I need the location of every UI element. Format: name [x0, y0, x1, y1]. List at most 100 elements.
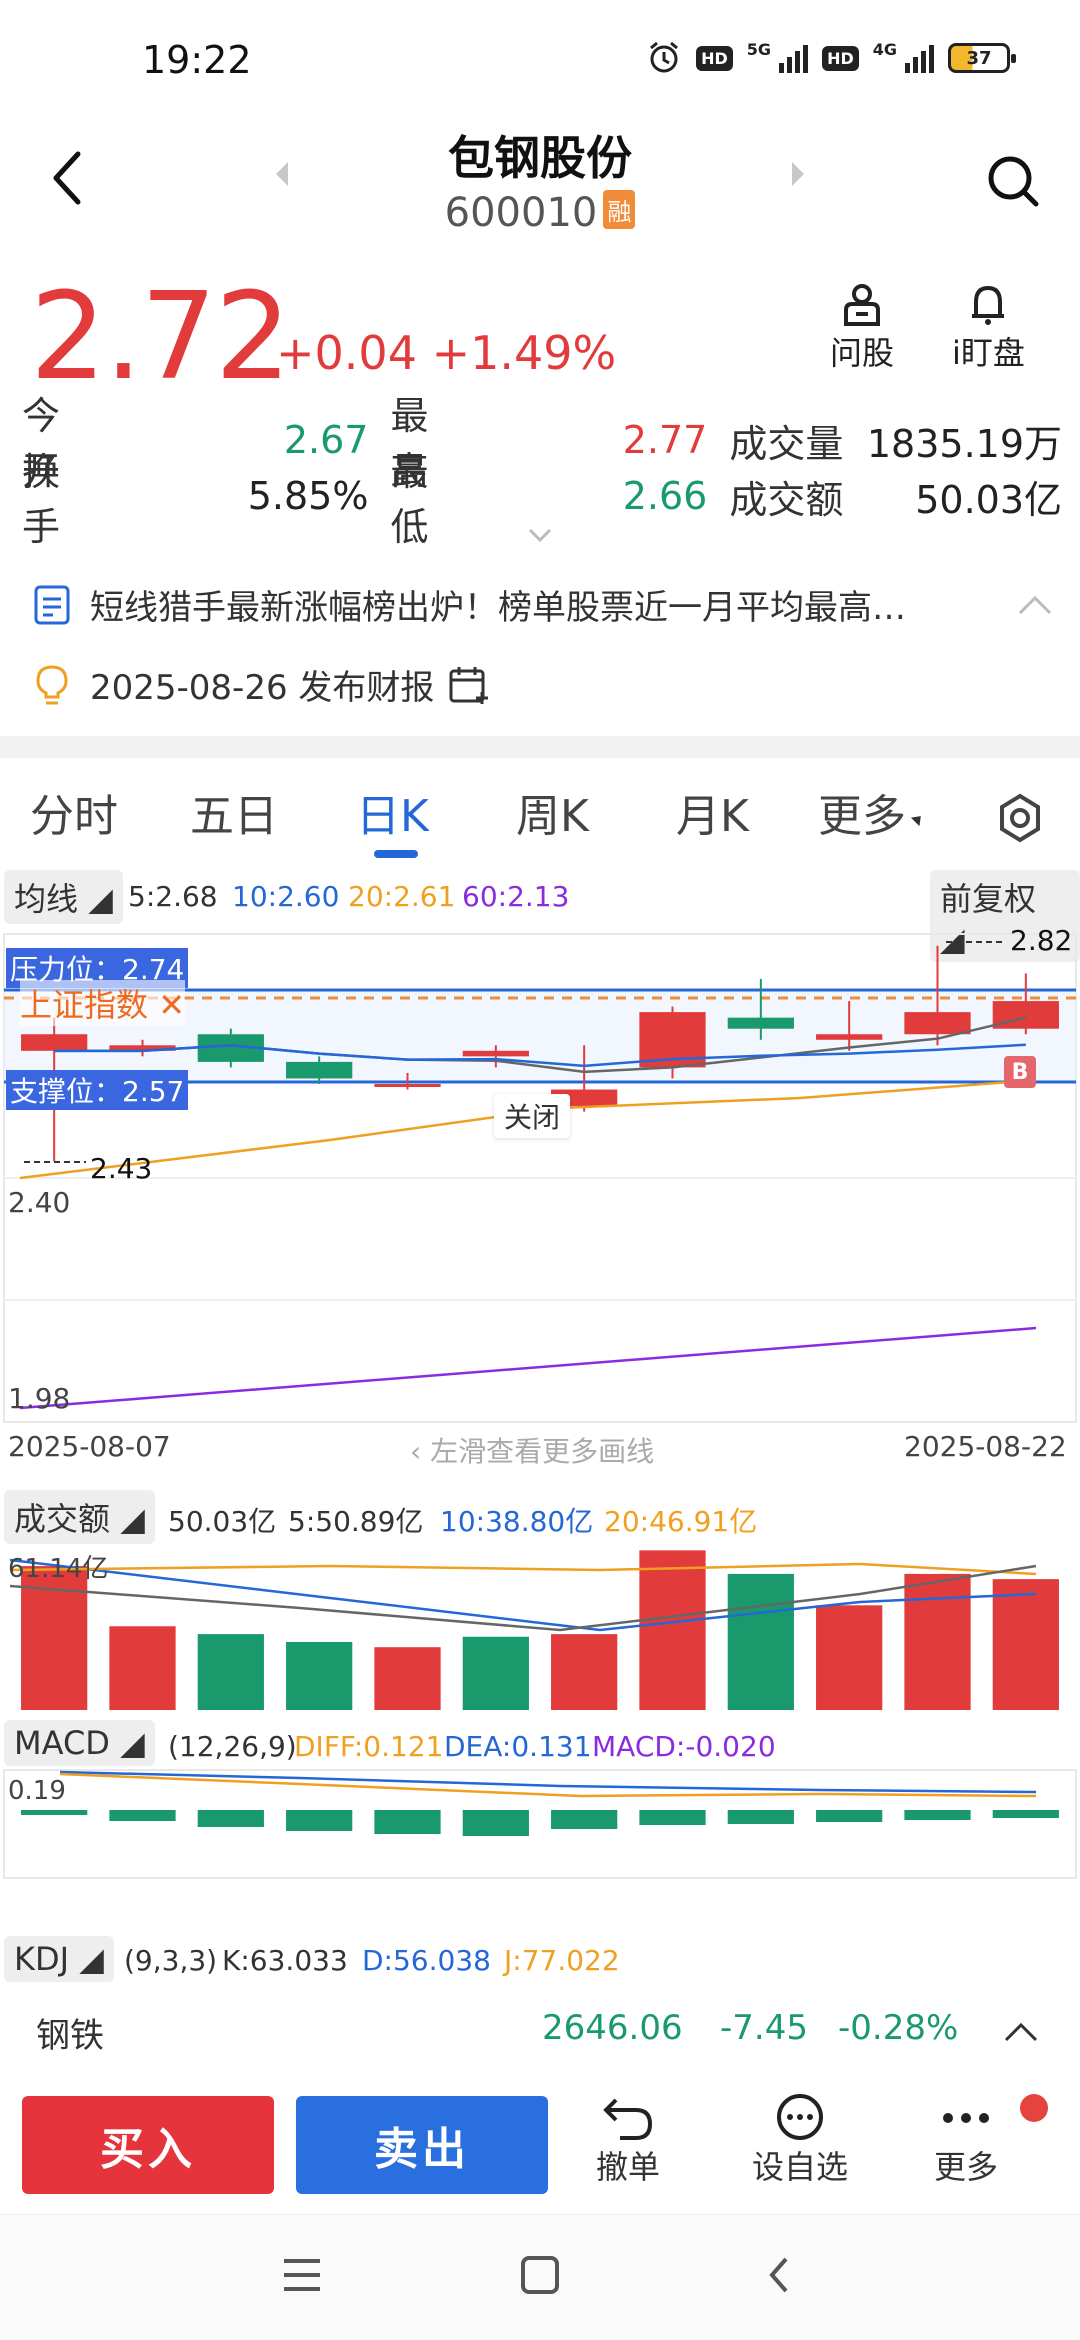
macd-bar [992, 1810, 1059, 1818]
amount-label: 成交额 [729, 477, 844, 522]
collapse-icon[interactable] [1018, 595, 1052, 615]
candle-body [816, 1034, 883, 1040]
chat-dots-icon [777, 2094, 823, 2140]
sector-change: -7.45 [720, 2008, 808, 2048]
status-icons: HD 5G HD 4G 37 [646, 40, 1016, 76]
buy-button[interactable]: 买入 [22, 2096, 274, 2194]
macd-bar [639, 1810, 706, 1825]
tab-weekly-k[interactable]: 周K [516, 780, 589, 844]
index-tag-text: 上证指数 [20, 986, 149, 1024]
close-index-icon[interactable]: ✕ [158, 986, 185, 1024]
y-label-high: 2.40 [8, 1186, 71, 1219]
buy-signal-marker[interactable]: B [1004, 1056, 1036, 1088]
sector-bar[interactable]: 钢铁 2646.06 -7.45 -0.28% [0, 1994, 1080, 2074]
swipe-hint-text: 左滑查看更多画线 [430, 1435, 655, 1468]
price-change-pct: +1.49% [431, 326, 617, 380]
add-favorite-button[interactable]: 设自选 [752, 2092, 848, 2188]
kdj-j: J:77.022 [504, 1944, 620, 1977]
amount-value: 50.03亿 [915, 477, 1063, 522]
back-nav-icon[interactable] [764, 2253, 794, 2297]
hd-badge: HD [822, 45, 859, 71]
calendar-add-icon[interactable] [448, 664, 490, 706]
settings-icon[interactable] [994, 792, 1046, 844]
low-value: 2.66 [622, 474, 708, 518]
expand-metrics-icon[interactable] [528, 528, 552, 542]
volume-bar [727, 1573, 794, 1710]
notification-dot [1020, 2094, 1048, 2122]
ma60-value: 60:2.13 [462, 880, 570, 913]
ma5-value: 5:2.68 [128, 880, 218, 913]
more-button[interactable]: 更多 [934, 2092, 998, 2188]
min-price-mark: 2.43 [90, 1152, 153, 1185]
bell-icon [972, 285, 1005, 325]
system-nav-bar [0, 2214, 1080, 2340]
x-end-label: 2025-08-22 [904, 1430, 1067, 1463]
volume-value: 50.03亿 [168, 1505, 277, 1538]
high-value: 2.77 [622, 418, 708, 462]
hd-badge: HD [696, 45, 733, 71]
candle-body [286, 1061, 353, 1079]
kdj-d: D:56.038 [362, 1944, 491, 1977]
event-text: 2025-08-26 发布财报 [90, 668, 435, 708]
sell-button[interactable]: 卖出 [296, 2096, 548, 2194]
volume-label: 成交量 [729, 421, 844, 466]
home-icon[interactable] [518, 2253, 562, 2297]
ma20-value: 20:2.61 [348, 880, 456, 913]
tab-intraday[interactable]: 分时 [30, 780, 118, 844]
price-change: +0.04 +1.49% [276, 326, 616, 380]
index-tag[interactable]: 上证指数 ✕ [20, 980, 185, 1026]
stock-code: 600010 融 [0, 190, 1080, 236]
volume-value: 1835.19万 [866, 421, 1063, 466]
kdj-selector[interactable]: KDJ ◢ [4, 1936, 114, 1982]
section-divider [0, 736, 1080, 758]
kdj-k: K:63.033 [222, 1944, 348, 1977]
ma-row: 均线 ◢ 5:2.68 10:2.60 20:2.61 60:2.13 前复权 … [0, 868, 1080, 962]
search-icon[interactable] [986, 154, 1042, 210]
status-time: 19:22 [142, 38, 252, 82]
chart-area[interactable]: 压力位：2.74 上证指数 ✕ 支撑位：2.57 关闭 2.82 2.43 2.… [0, 924, 1080, 1990]
event-item[interactable]: 2025-08-26 发布财报 [32, 660, 490, 709]
watch-label: i盯盘 [952, 334, 1025, 372]
battery-icon: 37 [948, 43, 1016, 73]
macd-bar [197, 1810, 264, 1827]
macd-bar [21, 1810, 88, 1815]
adjust-selector-label: 前复权 [940, 880, 1037, 918]
expand-sector-icon[interactable] [1004, 2022, 1038, 2042]
kdj-params: (9,3,3) [124, 1944, 218, 1977]
alarm-icon [650, 41, 679, 73]
volume-selector[interactable]: 成交额 ◢ [4, 1490, 155, 1544]
tab-five-day[interactable]: 五日 [190, 780, 278, 844]
turnover-label: 换手 [22, 450, 83, 549]
volume-bar [109, 1626, 176, 1710]
price-change-abs: +0.04 [276, 326, 417, 380]
tab-daily-k[interactable]: 日K [356, 780, 429, 844]
tab-monthly-k[interactable]: 月K [676, 780, 749, 844]
volume-ma20-line [9, 1562, 1037, 1576]
ma-selector-label: 均线 [14, 880, 79, 918]
close-button[interactable]: 关闭 [494, 1094, 571, 1138]
sector-pct: -0.28% [838, 2008, 959, 2048]
macd-bar [462, 1810, 529, 1836]
candle-body [992, 1001, 1059, 1029]
news-item[interactable]: 短线猎手最新涨幅榜出炉！榜单股票近一月平均最高… [32, 580, 1052, 629]
macd-bar [374, 1810, 441, 1834]
macd-bar [816, 1810, 883, 1822]
cancel-order-button[interactable]: 撤单 [596, 2092, 660, 2188]
tab-more-label: 更多 [818, 791, 906, 842]
macd-selector[interactable]: MACD ◢ [4, 1720, 155, 1766]
volume-bar [286, 1641, 353, 1710]
volume-bar [904, 1573, 971, 1710]
sector-value: 2646.06 [542, 2008, 683, 2048]
tab-more[interactable]: 更多 [818, 780, 926, 844]
watch-button[interactable]: i盯盘 [952, 280, 1025, 374]
support-label[interactable]: 支撑位：2.57 [6, 1070, 189, 1110]
menu-icon[interactable] [280, 2255, 324, 2295]
volume-bar [992, 1579, 1059, 1710]
volume-selector-label: 成交额 [14, 1500, 111, 1538]
cancel-order-label: 撤单 [596, 2148, 661, 2186]
swipe-hint: ‹ 左滑查看更多画线 [410, 1435, 655, 1468]
margin-badge: 融 [603, 190, 636, 229]
macd-diff: DIFF:0.121 [294, 1730, 444, 1763]
ask-stock-button[interactable]: 问股 [830, 280, 894, 374]
ma-selector[interactable]: 均线 ◢ [4, 870, 123, 924]
